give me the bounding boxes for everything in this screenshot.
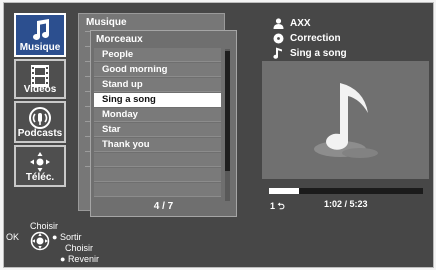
playback-time: 1:02 / 5:23 [324, 199, 368, 209]
album-name: Correction [290, 32, 341, 44]
media-player-screen: Musique Vidéos Podcasts Téléc. Musique M… [3, 2, 434, 268]
hint-exit-label: Sortir [59, 232, 82, 242]
track-item[interactable]: People [94, 48, 221, 62]
page-indicator: 4 / 7 [153, 201, 174, 212]
list-scrollbar[interactable] [225, 49, 230, 201]
music-note-small-icon [271, 47, 285, 59]
track-item[interactable]: Stand up [94, 78, 221, 92]
nav-item-podcasts[interactable]: Podcasts [14, 101, 66, 143]
remote-dpad-hint-icon [30, 231, 50, 256]
large-music-note-icon [314, 83, 378, 158]
track-item-selected[interactable]: Sing a song [94, 93, 221, 107]
scrollbar-thumb[interactable] [225, 51, 230, 171]
nav-item-videos[interactable]: Vidéos [14, 59, 66, 99]
repeat-indicator: 1 ⮌ [270, 199, 285, 215]
panel-title-musique: Musique [86, 17, 127, 28]
playback-progress-bar[interactable] [269, 188, 423, 194]
hint-back: ● Revenir [60, 254, 99, 264]
artist-row: AXX [271, 16, 311, 30]
empty-row [94, 183, 221, 197]
track-item[interactable]: Star [94, 123, 221, 137]
repeat-icon: ⮌ [275, 201, 285, 211]
hint-back-label: Revenir [67, 254, 99, 264]
track-item[interactable]: Good morning [94, 63, 221, 77]
hint-exit: ● Sortir [52, 232, 82, 242]
hint-choose-top: Choisir [30, 221, 59, 231]
nav-label-podcasts: Podcasts [17, 128, 63, 139]
nav-label-videos: Vidéos [23, 84, 57, 95]
artist-name: AXX [290, 17, 311, 29]
nav-item-telec[interactable]: Téléc. [14, 145, 66, 187]
track-item[interactable]: Monday [94, 108, 221, 122]
track-list-panel: Morceaux People Good morning Stand up Si… [90, 30, 237, 217]
person-icon [271, 17, 285, 29]
track-row: Sing a song [271, 46, 347, 60]
progress-fill [269, 188, 300, 194]
empty-row [94, 153, 221, 167]
music-note-icon [16, 17, 64, 43]
track-name: Sing a song [290, 47, 347, 59]
nav-label-musique: Musique [19, 42, 61, 53]
hint-choose: Choisir [65, 243, 94, 253]
album-art-preview [262, 61, 429, 179]
panel-title-morceaux: Morceaux [96, 34, 143, 45]
nav-label-telec: Téléc. [25, 172, 55, 183]
empty-row [94, 168, 221, 182]
hint-ok: OK [6, 232, 20, 242]
nav-item-musique[interactable]: Musique [14, 13, 66, 57]
album-row: Correction [271, 31, 341, 45]
disc-icon [271, 33, 285, 44]
track-item[interactable]: Thank you [94, 138, 221, 152]
